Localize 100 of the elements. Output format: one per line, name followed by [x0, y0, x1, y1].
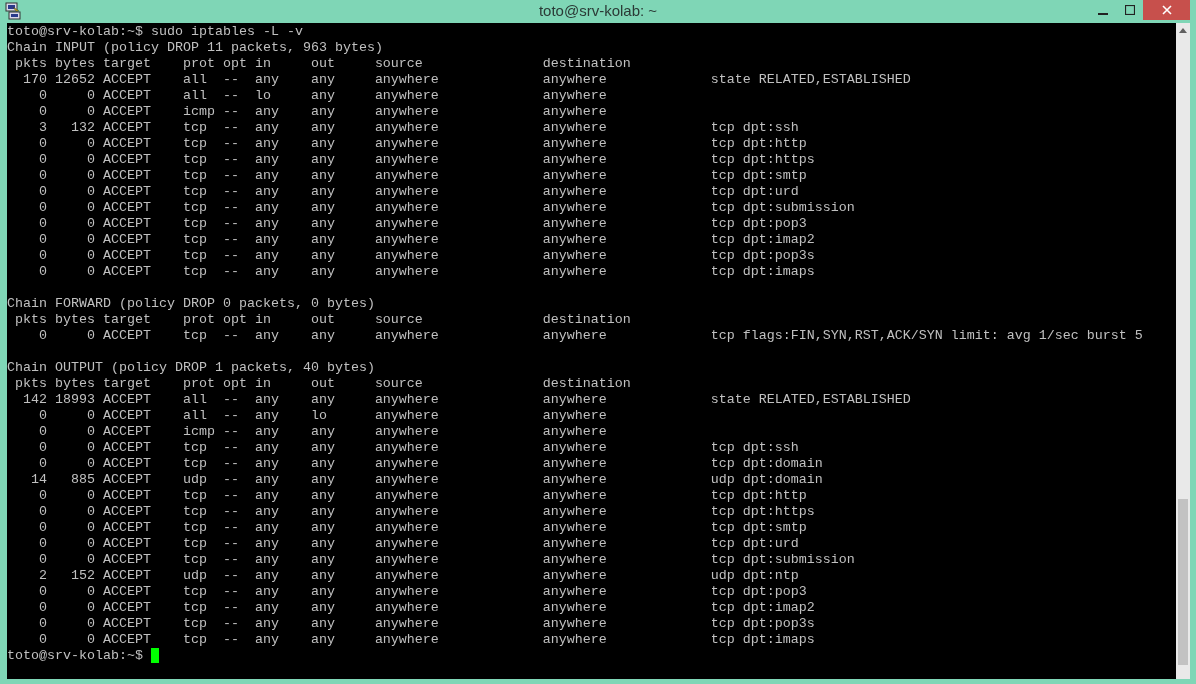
packet-count: 0 — [39, 328, 47, 344]
options: -- — [222, 152, 239, 168]
in-interface: any — [254, 248, 279, 264]
packet-count: 0 — [39, 456, 47, 472]
column-header: destination — [542, 312, 631, 328]
destination-address: anywhere — [542, 184, 607, 200]
rule-target: ACCEPT — [101, 488, 151, 504]
column-header: target — [101, 56, 151, 72]
options: -- — [222, 504, 239, 520]
in-interface: any — [254, 616, 279, 632]
destination-address: anywhere — [542, 104, 607, 120]
rule-target: ACCEPT — [101, 184, 151, 200]
packet-count: 3 — [39, 120, 47, 136]
out-interface: any — [310, 232, 335, 248]
destination-address: anywhere — [542, 200, 607, 216]
options: -- — [222, 392, 239, 408]
in-interface: any — [254, 264, 279, 280]
scrollbar[interactable] — [1176, 23, 1190, 679]
byte-count: 0 — [86, 616, 95, 632]
source-address: anywhere — [374, 104, 439, 120]
byte-count: 132 — [70, 120, 95, 136]
out-interface: any — [310, 120, 335, 136]
match-details: tcp dpt:smtp — [710, 168, 807, 184]
byte-count: 0 — [86, 440, 95, 456]
protocol: tcp — [182, 536, 207, 552]
chain-header: Chain OUTPUT (policy DROP 1 packets, 40 bytes) — [7, 360, 375, 376]
options: -- — [222, 440, 239, 456]
source-address: anywhere — [374, 424, 439, 440]
rule-target: ACCEPT — [101, 328, 151, 344]
in-interface: any — [254, 424, 279, 440]
shell-command: sudo iptables -L -v — [151, 24, 303, 40]
maximize-icon — [1124, 5, 1135, 15]
match-details: udp dpt:domain — [710, 472, 823, 488]
byte-count: 0 — [86, 424, 95, 440]
match-details: tcp dpt:http — [710, 136, 807, 152]
in-interface: any — [254, 184, 279, 200]
scrollbar-thumb[interactable] — [1178, 499, 1188, 665]
chain-header: Chain FORWARD (policy DROP 0 packets, 0 bytes) — [7, 296, 375, 312]
source-address: anywhere — [374, 632, 439, 648]
in-interface: any — [254, 72, 279, 88]
packet-count: 0 — [39, 424, 47, 440]
source-address: anywhere — [374, 152, 439, 168]
rule-target: ACCEPT — [101, 392, 151, 408]
byte-count: 0 — [86, 168, 95, 184]
protocol: all — [182, 408, 207, 424]
packet-count: 0 — [39, 632, 47, 648]
byte-count: 0 — [86, 520, 95, 536]
protocol: all — [182, 72, 207, 88]
match-details: tcp dpt:smtp — [710, 520, 807, 536]
protocol: tcp — [182, 152, 207, 168]
in-interface: any — [254, 456, 279, 472]
destination-address: anywhere — [542, 520, 607, 536]
rule-target: ACCEPT — [101, 408, 151, 424]
options: -- — [222, 232, 239, 248]
column-header: bytes — [54, 312, 95, 328]
destination-address: anywhere — [542, 152, 607, 168]
window-title: toto@srv-kolab: ~ — [538, 2, 658, 19]
scroll-up-icon[interactable] — [1179, 27, 1187, 33]
destination-address: anywhere — [542, 456, 607, 472]
packet-count: 2 — [39, 568, 47, 584]
source-address: anywhere — [374, 136, 439, 152]
byte-count: 0 — [86, 552, 95, 568]
in-interface: any — [254, 168, 279, 184]
packet-count: 170 — [23, 72, 47, 88]
packet-count: 0 — [39, 584, 47, 600]
options: -- — [222, 424, 239, 440]
destination-address: anywhere — [542, 616, 607, 632]
rule-target: ACCEPT — [101, 72, 151, 88]
rule-target: ACCEPT — [101, 552, 151, 568]
protocol: tcp — [182, 136, 207, 152]
in-interface: any — [254, 504, 279, 520]
out-interface: any — [310, 168, 335, 184]
source-address: anywhere — [374, 184, 439, 200]
packet-count: 0 — [39, 104, 47, 120]
byte-count: 0 — [86, 88, 95, 104]
protocol: tcp — [182, 488, 207, 504]
byte-count: 12652 — [54, 72, 95, 88]
source-address: anywhere — [374, 88, 439, 104]
protocol: tcp — [182, 120, 207, 136]
source-address: anywhere — [374, 120, 439, 136]
options: -- — [222, 584, 239, 600]
packet-count: 14 — [31, 472, 47, 488]
column-header: prot — [182, 376, 215, 392]
rule-target: ACCEPT — [101, 504, 151, 520]
byte-count: 0 — [86, 600, 95, 616]
options: -- — [222, 328, 239, 344]
destination-address: anywhere — [542, 392, 607, 408]
out-interface: any — [310, 424, 335, 440]
options: -- — [222, 488, 239, 504]
in-interface: any — [254, 536, 279, 552]
terminal-computer-icon — [4, 2, 22, 20]
source-address: anywhere — [374, 616, 439, 632]
source-address: anywhere — [374, 440, 439, 456]
packet-count: 0 — [39, 488, 47, 504]
packet-count: 0 — [39, 168, 47, 184]
rule-target: ACCEPT — [101, 600, 151, 616]
rule-target: ACCEPT — [101, 456, 151, 472]
match-details: tcp dpt:pop3 — [710, 216, 807, 232]
protocol: tcp — [182, 504, 207, 520]
destination-address: anywhere — [542, 72, 607, 88]
